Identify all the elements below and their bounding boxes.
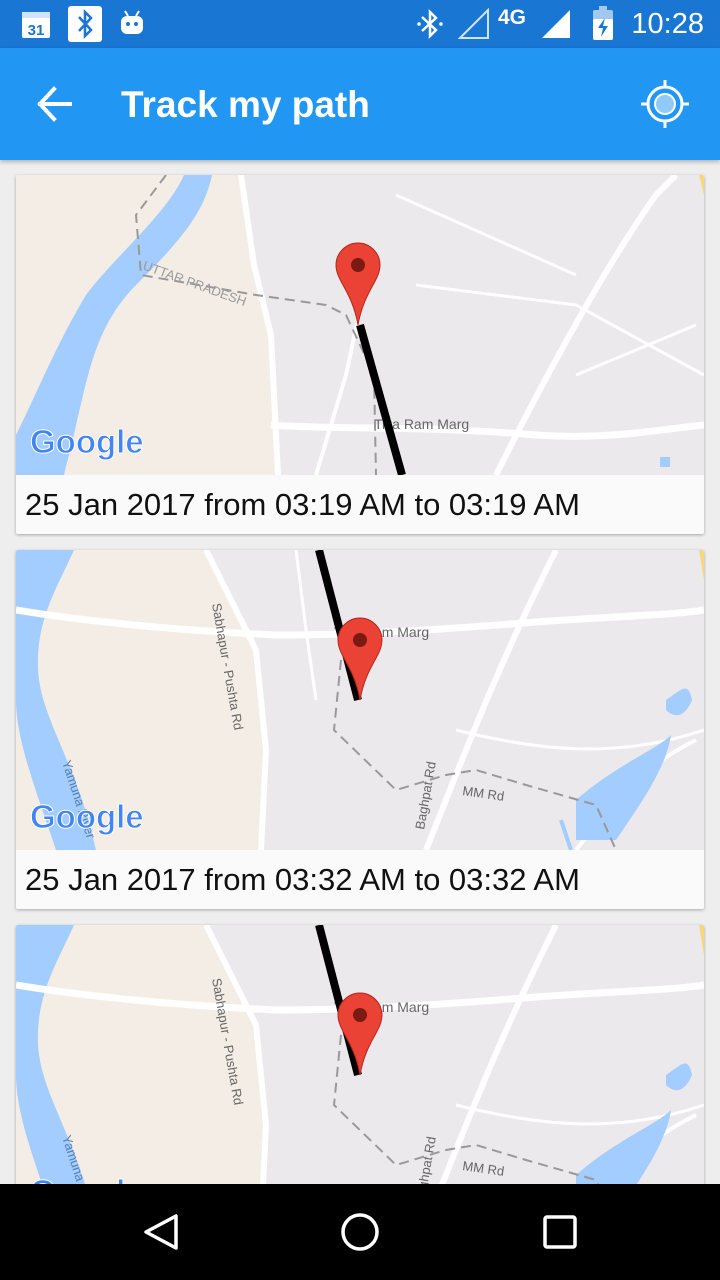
track-list[interactable]: UTTAR PRADESH Tika Ram Marg Google 25 Ja… — [0, 160, 720, 1184]
navigation-bar — [0, 1184, 720, 1280]
screen: 31 4G 10:28 Track my path UTTAR PRADESH … — [0, 0, 720, 1280]
app-bar: Track my path — [0, 48, 720, 160]
signal-icon — [542, 10, 570, 38]
google-logo: Google — [30, 798, 144, 835]
back-triangle-icon — [144, 1214, 178, 1250]
my-location-button[interactable] — [630, 72, 700, 136]
my-location-icon — [641, 80, 689, 128]
home-circle-icon — [341, 1213, 379, 1251]
battery-charging-icon — [593, 6, 613, 40]
track-card[interactable]: UTTAR PRADESH Tika Ram Marg Google 25 Ja… — [16, 175, 704, 534]
map-view[interactable]: UTTAR PRADESH Tika Ram Marg Google — [16, 175, 704, 475]
signal-outline-icon — [458, 8, 489, 39]
status-bar: 31 4G 10:28 — [0, 0, 720, 48]
nav-recents-button[interactable] — [530, 1202, 590, 1262]
status-time: 10:28 — [631, 8, 704, 40]
google-logo: Google — [30, 1173, 144, 1184]
map-view[interactable]: Tika Ram Marg Sabhapur - Pushta Rd Baghp… — [16, 925, 704, 1184]
calendar-icon: 31 — [22, 12, 50, 39]
map-view[interactable]: Tika Ram Marg Sabhapur - Pushta Rd Baghp… — [16, 550, 704, 850]
nav-back-button[interactable] — [130, 1202, 190, 1262]
back-button[interactable] — [22, 72, 86, 136]
google-logo: Google — [30, 423, 144, 460]
bluetooth-icon — [417, 8, 443, 40]
nav-home-button[interactable] — [330, 1202, 390, 1262]
android-icon — [121, 10, 143, 34]
bluetooth-icon — [68, 6, 102, 42]
track-caption: 25 Jan 2017 from 03:19 AM to 03:19 AM — [25, 487, 580, 522]
page-title: Track my path — [121, 84, 370, 125]
arrow-back-icon — [37, 86, 72, 122]
track-card[interactable]: Tika Ram Marg Sabhapur - Pushta Rd Baghp… — [16, 925, 704, 1184]
recents-square-icon — [543, 1215, 577, 1249]
track-caption: 25 Jan 2017 from 03:32 AM to 03:32 AM — [25, 862, 580, 897]
track-card[interactable]: Tika Ram Marg Sabhapur - Pushta Rd Baghp… — [16, 550, 704, 909]
network-type: 4G — [498, 6, 527, 29]
calendar-date-text: 31 — [28, 22, 45, 39]
